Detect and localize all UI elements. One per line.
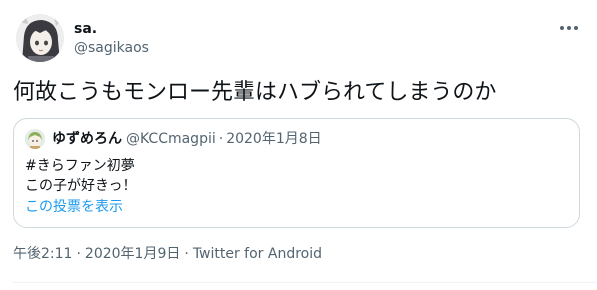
quoted-tweet[interactable]: ゆずめろん @KCCmagpii · 2020年1月8日 #きらファン初夢 この子が好… bbox=[13, 118, 580, 228]
author-handle[interactable]: @sagikaos bbox=[74, 39, 149, 57]
tweet-detail: sa. @sagikaos 何故こうもモンロー先輩はハブられてしまうのか ゆずめ… bbox=[0, 0, 597, 290]
tweet-metadata: 午後2:11 · 2020年1月9日 · Twitter for Android bbox=[13, 245, 322, 263]
quoted-tweet-date: 2020年1月8日 bbox=[226, 131, 322, 147]
tweet-time[interactable]: 午後2:11 bbox=[13, 246, 72, 262]
quoted-tweet-header: ゆずめろん @KCCmagpii · 2020年1月8日 bbox=[52, 130, 322, 148]
quoted-author-avatar bbox=[25, 129, 45, 149]
tweet-source[interactable]: Twitter for Android bbox=[193, 246, 322, 262]
tweet-date[interactable]: 2020年1月9日 bbox=[85, 246, 180, 262]
quoted-tweet-text-line-2: この子が好きっ！ bbox=[25, 178, 137, 194]
tweet-text: 何故こうもモンロー先輩はハブられてしまうのか bbox=[13, 80, 497, 105]
quoted-author-handle: @KCCmagpii bbox=[126, 131, 216, 147]
show-poll-link[interactable]: この投票を表示 bbox=[25, 198, 123, 217]
author-avatar[interactable] bbox=[16, 14, 64, 62]
meta-separator: · bbox=[184, 246, 189, 262]
quoted-author-name: ゆずめろん bbox=[52, 131, 122, 147]
divider bbox=[13, 282, 597, 283]
author-display-name[interactable]: sa. bbox=[74, 20, 97, 38]
more-options-button[interactable] bbox=[557, 18, 581, 38]
quoted-tweet-text-line-1: #きらファン初夢 bbox=[25, 158, 135, 174]
meta-separator: · bbox=[76, 246, 81, 262]
more-horizontal-icon bbox=[560, 26, 564, 30]
quoted-separator: · bbox=[218, 131, 224, 147]
